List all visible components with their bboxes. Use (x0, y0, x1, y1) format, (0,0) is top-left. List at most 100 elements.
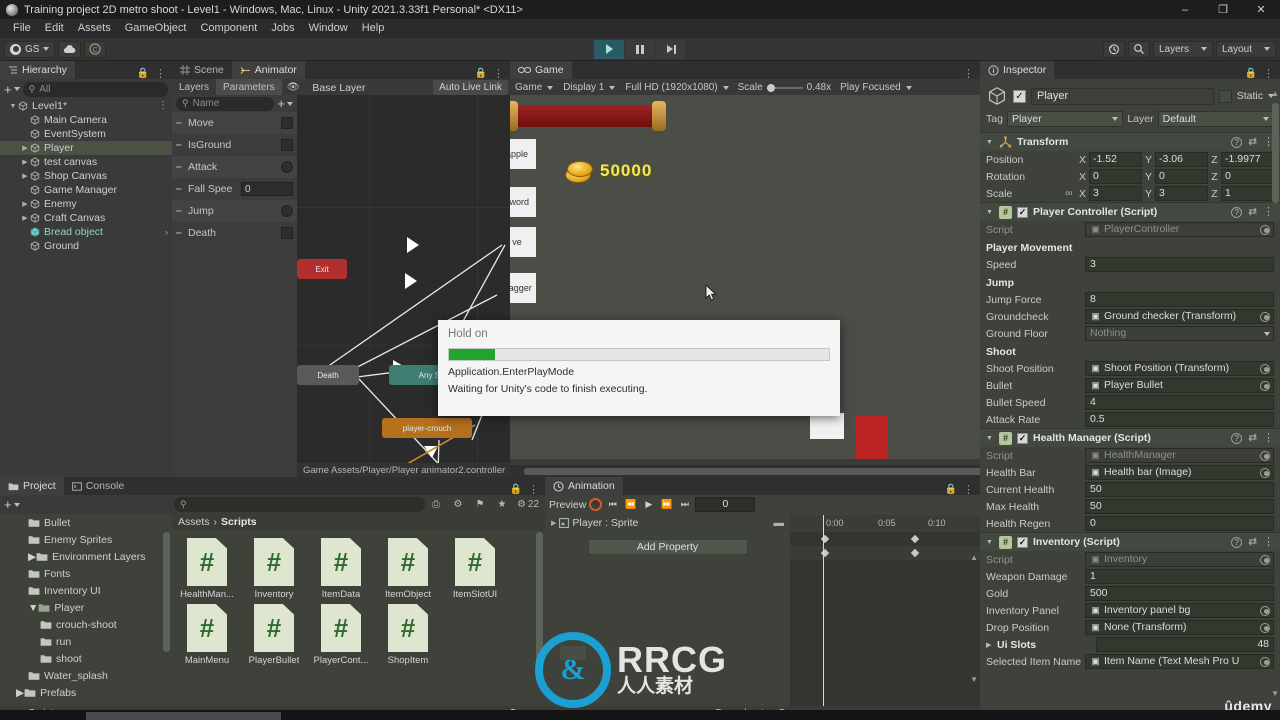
preview-toggle[interactable]: Preview (549, 499, 586, 511)
fold-arrow-icon[interactable]: ▶ (16, 687, 24, 699)
component-menu-icon[interactable]: ⋮ (1263, 537, 1274, 548)
auto-live-link-button[interactable]: Auto Live Link (433, 80, 508, 95)
fold-arrow-icon[interactable]: ▶ (28, 551, 36, 563)
parameter-search-input[interactable]: ⚲ Name (176, 96, 275, 111)
playhead[interactable] (823, 515, 824, 706)
services-button[interactable]: C (84, 40, 107, 58)
inspector-menu-icon[interactable]: ⋮ (1263, 68, 1274, 79)
shop-item-ve[interactable]: ve (510, 227, 536, 257)
filter-by-label-icon[interactable]: ⚑ (469, 496, 491, 513)
skip-forward-icon[interactable]: ⏭ (677, 497, 692, 512)
fold-arrow-icon[interactable]: ▶ (551, 519, 556, 527)
menu-component[interactable]: Component (193, 19, 264, 38)
gameobject-name-input[interactable]: Player (1031, 87, 1214, 105)
animator-parameter-attack[interactable]: ━ Attack (172, 156, 297, 178)
help-icon[interactable]: ? (1231, 536, 1243, 548)
lock-icon[interactable]: 🔒 (137, 68, 149, 79)
property-field-max-health[interactable]: 50 (1085, 499, 1274, 514)
menu-jobs[interactable]: Jobs (264, 19, 301, 38)
project-menu-icon[interactable]: ⋮ (528, 484, 539, 495)
property-field-speed[interactable]: 3 (1085, 257, 1274, 272)
project-search-input[interactable]: ⚲ (174, 497, 425, 512)
trigger-radio[interactable] (281, 161, 293, 173)
hierarchy-search-input[interactable]: ⚲ All (22, 81, 168, 97)
asset-item[interactable]: # PlayerCont... (310, 604, 372, 666)
current-frame-input[interactable]: 0 (695, 497, 756, 512)
component-menu-icon[interactable]: ⋮ (1263, 207, 1274, 218)
menu-file[interactable]: File (6, 19, 38, 38)
eye-icon[interactable]: 👁 (282, 82, 305, 93)
animator-parameter-death[interactable]: ━ Death (172, 222, 297, 244)
component-header-inventory-script-[interactable]: ▼ # ✓ Inventory (Script) ? ⇄ ⋮ (980, 532, 1280, 551)
project-folder-bullet[interactable]: Bullet (0, 514, 172, 531)
hierarchy-item-game-manager[interactable]: Game Manager (0, 183, 172, 197)
component-enabled-checkbox[interactable]: ✓ (1017, 206, 1028, 218)
project-folder-enemy-sprites[interactable]: Enemy Sprites (0, 531, 172, 548)
tab-console[interactable]: Console (63, 477, 133, 495)
property-field-bullet[interactable]: ▣ Player Bullet (1085, 378, 1274, 393)
scale-y-input[interactable]: 3 (1155, 186, 1208, 201)
component-header-health-manager-script-[interactable]: ▼ # ✓ Health Manager (Script) ? ⇄ ⋮ (980, 428, 1280, 447)
play-mode-dropdown[interactable]: Play Focused (835, 82, 917, 93)
project-folder-crouch-shoot[interactable]: crouch-shoot (0, 616, 172, 633)
property-field-gold[interactable]: 500 (1085, 586, 1274, 601)
keyframe-row-summary[interactable] (790, 532, 980, 546)
step-back-icon[interactable]: ⏪ (623, 497, 638, 512)
fold-arrow-icon[interactable]: ▼ (986, 539, 994, 546)
game-horizontal-scrollbar[interactable] (510, 465, 1280, 477)
project-tree-scrollbar[interactable] (163, 532, 170, 652)
drag-handle-icon[interactable]: ━ (176, 184, 183, 195)
animation-property-row[interactable]: ▶ Player : Sprite ▬ (545, 515, 790, 531)
project-folder-run[interactable]: run (0, 633, 172, 650)
animator-state-graph[interactable]: ExitDeathAny Stateplayer-crouchEntryPlay… (297, 95, 510, 477)
close-button[interactable]: ✕ (1242, 0, 1280, 19)
animator-state-death[interactable]: Death (297, 365, 359, 385)
favorites-star-icon[interactable]: ★ (491, 496, 513, 513)
step-forward-icon[interactable]: ⏩ (659, 497, 674, 512)
shop-item-apple[interactable]: apple (510, 139, 536, 169)
layout-dropdown[interactable]: Layout (1215, 40, 1276, 58)
scroll-up-arrow[interactable]: ▲ (970, 553, 978, 562)
hierarchy-item-ground[interactable]: Ground (0, 239, 172, 253)
tab-project[interactable]: Project (0, 477, 64, 495)
undo-history-button[interactable] (1102, 40, 1125, 58)
tab-animator[interactable]: Animator (231, 61, 305, 79)
position-y-input[interactable]: -3.06 (1155, 152, 1208, 167)
project-add-button[interactable]: + (4, 497, 20, 512)
cloud-button[interactable] (58, 40, 82, 58)
rotation-y-input[interactable]: 0 (1155, 169, 1208, 184)
asset-item[interactable]: # HealthMan... (176, 538, 238, 600)
property-field-jump-force[interactable]: 8 (1085, 292, 1274, 307)
lock-icon[interactable]: 🔒 (1245, 68, 1257, 79)
object-picker-icon[interactable] (1260, 554, 1270, 565)
object-picker-icon[interactable] (1260, 363, 1270, 374)
tab-animation[interactable]: Animation (545, 477, 623, 495)
help-icon[interactable]: ? (1231, 432, 1243, 444)
scroll-down-arrow[interactable]: ▼ (1271, 689, 1279, 698)
shop-item-sword[interactable]: sword (510, 187, 536, 217)
component-header-transform[interactable]: ▼ Transform ? ⇄ ⋮ (980, 132, 1280, 151)
object-picker-icon[interactable] (1260, 224, 1270, 235)
shop-item-extra[interactable] (810, 413, 844, 439)
step-button[interactable] (656, 39, 686, 59)
object-picker-icon[interactable] (1260, 467, 1270, 478)
fold-arrow-icon[interactable]: ▶ (986, 641, 994, 649)
property-field-health-bar[interactable]: ▣ Health bar (Image) (1085, 465, 1274, 480)
menu-window[interactable]: Window (302, 19, 355, 38)
record-icon[interactable] (589, 498, 603, 511)
object-picker-icon[interactable] (1260, 622, 1270, 633)
tab-inspector[interactable]: Inspector (980, 61, 1055, 79)
property-field-bullet-speed[interactable]: 4 (1085, 395, 1274, 410)
asset-item[interactable]: # ItemSlotUI (444, 538, 506, 600)
breadcrumb-scripts[interactable]: Scripts (221, 516, 257, 528)
bool-checkbox[interactable] (281, 227, 293, 239)
menu-edit[interactable]: Edit (38, 19, 71, 38)
account-button[interactable]: GS (4, 40, 56, 58)
game-menu-icon[interactable]: ⋮ (963, 69, 974, 80)
inspector-scrollbar[interactable] (1272, 103, 1279, 203)
animator-parameter-move[interactable]: ━ Move (172, 112, 297, 134)
row-menu-icon[interactable]: ⋮ (158, 101, 168, 111)
property-field-groundcheck[interactable]: ▣ Ground checker (Transform) (1085, 309, 1274, 324)
animator-state-player-crouch[interactable]: player-crouch (382, 418, 472, 438)
add-parameter-button[interactable]: + (277, 96, 293, 111)
